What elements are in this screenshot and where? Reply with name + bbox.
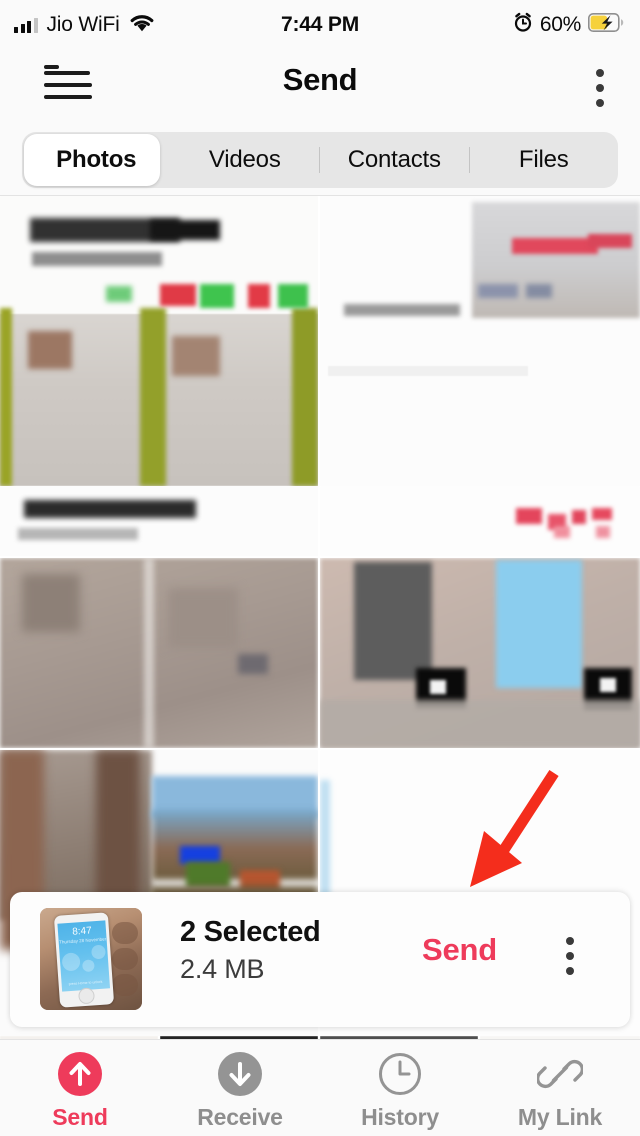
photo-cell[interactable] [320, 196, 640, 486]
photo-cell[interactable] [0, 196, 318, 486]
app-screen: Jio WiFi 7:44 PM 60% Send Photos Videos … [0, 0, 640, 1136]
receive-down-arrow-icon [216, 1050, 264, 1098]
send-up-arrow-icon [56, 1050, 104, 1098]
tab-files[interactable]: Files [470, 132, 619, 188]
thumbnail-footer-label: press Home to unlock [68, 979, 103, 987]
battery-percent-label: 60% [539, 13, 581, 36]
thumbnail-lockscreen: 8:47 Thursday 28 November press Home to … [57, 920, 111, 992]
photo-cell[interactable] [320, 486, 640, 556]
thumbnail-finger [112, 922, 138, 944]
photo-cell[interactable] [0, 486, 318, 556]
tab-photos[interactable]: Photos [22, 132, 171, 188]
nav-label-receive: Receive [197, 1104, 283, 1130]
thumbnail-blob [91, 944, 106, 960]
nav-label-send: Send [52, 1104, 108, 1130]
nav-item-send[interactable]: Send [0, 1040, 160, 1136]
tab-contacts-label: Contacts [347, 146, 441, 173]
nav-item-receive[interactable]: Receive [160, 1040, 320, 1136]
thumbnail-finger [112, 948, 138, 970]
status-bar: Jio WiFi 7:44 PM 60% [0, 0, 640, 50]
thumbnail-finger [112, 974, 138, 996]
photo-cell[interactable] [320, 558, 640, 748]
photo-cell[interactable] [0, 558, 318, 748]
thumbnail-home-button [77, 987, 96, 1005]
segmented-control: Photos Videos Contacts Files [22, 132, 618, 188]
tab-videos[interactable]: Videos [171, 132, 320, 188]
header-overflow-menu-icon[interactable] [596, 69, 604, 107]
status-bar-right: 60% [513, 0, 624, 50]
bottom-navigation-bar: Send Receive History My Link [0, 1039, 640, 1136]
tab-files-label: Files [518, 146, 569, 173]
selection-summary-card: 8:47 Thursday 28 November press Home to … [10, 892, 630, 1027]
tab-photos-label: Photos [56, 146, 137, 173]
tab-contacts[interactable]: Contacts [320, 132, 469, 188]
selected-photo-thumbnail[interactable]: 8:47 Thursday 28 November press Home to … [40, 908, 142, 1010]
nav-item-history[interactable]: History [320, 1040, 480, 1136]
alarm-clock-icon [513, 12, 533, 38]
link-chain-icon [536, 1050, 584, 1098]
battery-charging-icon [588, 13, 624, 37]
send-button[interactable]: Send [422, 932, 497, 968]
card-overflow-menu-icon[interactable] [566, 937, 574, 975]
nav-label-my-link: My Link [517, 1104, 603, 1130]
selected-size-label: 2.4 MB [180, 954, 265, 984]
thumbnail-blob [61, 952, 81, 972]
thumbnail-phone: 8:47 Thursday 28 November press Home to … [53, 912, 115, 1008]
thumbnail-blob [82, 959, 95, 973]
app-header: Send [0, 50, 640, 120]
clock-label: 7:44 PM [281, 13, 359, 36]
nav-item-my-link[interactable]: My Link [480, 1040, 640, 1136]
clock-icon [376, 1050, 424, 1098]
tab-videos-label: Videos [208, 146, 281, 173]
page-title: Send [282, 62, 358, 97]
category-tabs: Photos Videos Contacts Files [0, 124, 640, 194]
nav-label-history: History [361, 1104, 439, 1130]
selected-count-label: 2 Selected [180, 916, 321, 948]
